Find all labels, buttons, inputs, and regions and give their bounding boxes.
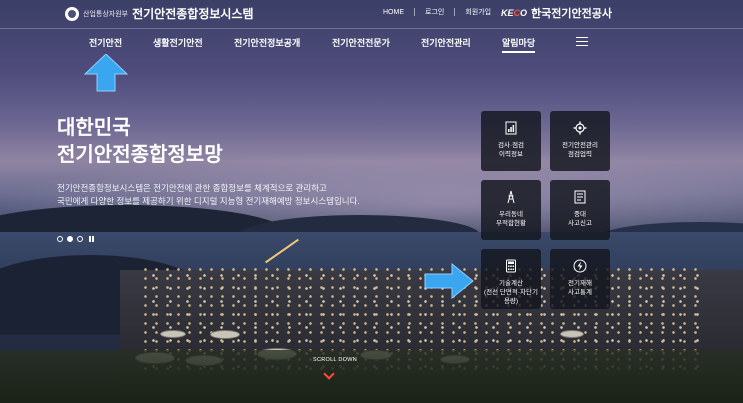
login-link[interactable]: 로그인 (425, 7, 444, 17)
card-label: 중대 사고신고 (568, 211, 592, 227)
slide-dot[interactable] (57, 236, 63, 242)
hamburger-icon[interactable] (576, 37, 588, 46)
tank (560, 330, 584, 338)
nav-item-notice[interactable]: 알림마당 (502, 36, 536, 53)
foreground-hill (0, 350, 743, 403)
checklist-icon (574, 190, 586, 204)
tank (210, 330, 240, 339)
gear-icon (573, 121, 587, 135)
home-link[interactable]: HOME (383, 9, 404, 16)
card-accident-statistics[interactable]: 전기재해 사고통계 (550, 249, 610, 309)
card-neighborhood-status[interactable]: 우리동네 부적합현황 (481, 180, 541, 240)
nav-item-electrical-safety[interactable]: 전기안전 (89, 36, 122, 49)
main-nav: 전기안전 생활전기안전 전기안전정보공개 전기안전전문가 전기안전관리 알림마당 (0, 36, 743, 53)
hero-title-line1: 대한민국 (57, 117, 131, 139)
signup-link[interactable]: 회원가입 (465, 7, 491, 17)
tower-icon (507, 190, 515, 204)
divider (414, 8, 415, 16)
card-label: 기술계산 (전선 단면적·차단기 용량) (484, 280, 538, 305)
card-label: 검사·점검 이력정보 (497, 142, 525, 158)
card-technical-calculation[interactable]: 기술계산 (전선 단면적·차단기 용량) (481, 249, 541, 309)
card-label: 전기안전관리 점검업력 (562, 142, 598, 158)
scroll-down-label[interactable]: SCROLL DOWN (313, 357, 357, 363)
top-bar: 산업통상자원부 전기안전종합정보시스템 HOME 로그인 회원가입 KECO 한… (0, 0, 743, 28)
tank (160, 330, 186, 338)
card-label: 전기재해 사고통계 (568, 280, 592, 296)
nav-item-living-safety[interactable]: 생활전기안전 (153, 36, 203, 49)
ministry-name: 산업통상자원부 (83, 10, 129, 18)
card-safety-management-check[interactable]: 전기안전관리 점검업력 (550, 111, 610, 171)
kepco-logo-mark: KECO (501, 8, 528, 18)
hero-description: 전기안전종합정보시스템은 전기안전에 관한 종합정보를 체계적으로 관리하고 국… (57, 182, 360, 208)
divider (454, 8, 456, 16)
lightning-icon (573, 259, 587, 273)
ministry-emblem-icon (65, 6, 79, 21)
calculator-icon (506, 259, 516, 273)
document-chart-icon (505, 121, 517, 135)
hero-desc-line2: 국민에게 다양한 정보를 제공하기 위한 디지털 지능형 전기재해예방 정보시스… (57, 196, 360, 206)
hero-title-line2: 전기안전종합정보망 (57, 144, 223, 166)
arrow-up-icon (84, 54, 128, 92)
site-title: 전기안전종합정보시스템 (132, 7, 254, 21)
arrow-right-icon (424, 263, 474, 299)
header-divider (0, 28, 743, 29)
page: 산업통상자원부 전기안전종합정보시스템 HOME 로그인 회원가입 KECO 한… (0, 0, 743, 403)
nav-item-safety-management[interactable]: 전기안전관리 (421, 36, 471, 49)
hero-title: 대한민국 전기안전종합정보망 (57, 115, 223, 169)
kepco-name: 한국전기안전공사 (531, 8, 612, 20)
card-label: 우리동네 부적합현황 (496, 211, 526, 227)
hero-desc-line1: 전기안전종합정보시스템은 전기안전에 관한 종합정보를 체계적으로 관리하고 (57, 183, 327, 193)
card-accident-report[interactable]: 중대 사고신고 (550, 180, 610, 240)
nav-item-info-disclosure[interactable]: 전기안전정보공개 (234, 36, 300, 49)
slide-pager (57, 236, 95, 242)
slide-dot-active[interactable] (67, 236, 73, 242)
site-logo[interactable]: 산업통상자원부 전기안전종합정보시스템 (65, 5, 254, 22)
nav-item-experts[interactable]: 전기안전전문가 (332, 36, 390, 49)
card-inspection-history[interactable]: 검사·점검 이력정보 (481, 111, 541, 171)
slide-dot[interactable] (77, 236, 83, 242)
kepco-logo[interactable]: KECO 한국전기안전공사 (501, 5, 612, 21)
pause-icon[interactable] (89, 236, 95, 242)
utility-links: HOME 로그인 회원가입 (383, 7, 491, 17)
